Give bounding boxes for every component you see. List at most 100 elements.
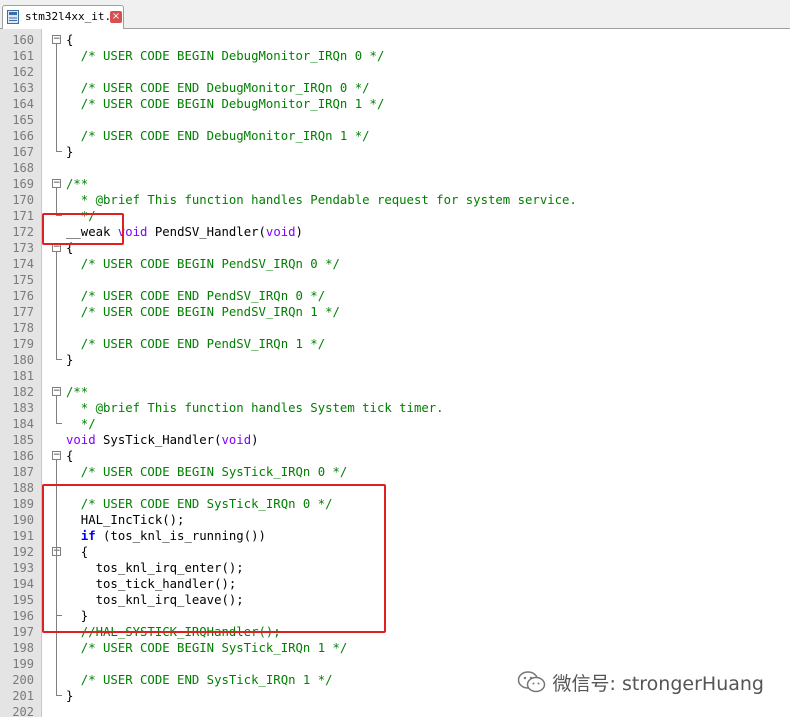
code-text: /* USER CODE BEGIN DebugMonitor_IRQn 1 *…: [66, 96, 385, 112]
comment-token: /* USER CODE END PendSV_IRQn 0 */: [66, 289, 326, 303]
line-number: 191: [12, 529, 34, 543]
code-line: 162: [0, 64, 790, 80]
line-number: 167: [12, 145, 34, 159]
line-number: 182: [12, 385, 34, 399]
comment-token: /* USER CODE BEGIN DebugMonitor_IRQn 0 *…: [66, 49, 385, 63]
code-text: /**: [66, 384, 88, 400]
comment-token: /**: [66, 177, 89, 191]
line-number: 162: [12, 65, 34, 79]
fold-toggle-icon[interactable]: −: [52, 451, 61, 460]
code-line: 178: [0, 320, 790, 336]
close-icon[interactable]: ×: [110, 11, 122, 23]
line-number: 184: [12, 417, 34, 431]
code-token: }: [66, 145, 74, 159]
line-number: 195: [12, 593, 34, 607]
comment-token: * @brief This function handles Pendable …: [66, 193, 577, 207]
code-text: /* USER CODE BEGIN SysTick_IRQn 1 */: [66, 640, 348, 656]
line-number: 170: [12, 193, 34, 207]
line-number: 179: [12, 337, 34, 351]
line-number: 190: [12, 513, 34, 527]
code-token: ): [295, 225, 303, 239]
code-text: /* USER CODE END SysTick_IRQn 1 */: [66, 672, 333, 688]
line-number: 200: [12, 673, 34, 687]
keyword-token: void: [265, 225, 296, 239]
line-number: 197: [12, 625, 34, 639]
line-number: 160: [12, 33, 34, 47]
code-editor[interactable]: 160−{161 /* USER CODE BEGIN DebugMonitor…: [0, 29, 790, 719]
comment-token: /* USER CODE END PendSV_IRQn 1 */: [66, 337, 326, 351]
line-number: 173: [12, 241, 34, 255]
code-token: }: [66, 689, 74, 703]
line-number: 198: [12, 641, 34, 655]
code-token: SysTick_Handler(: [95, 433, 222, 447]
fold-toggle-icon[interactable]: −: [52, 387, 61, 396]
code-token: {: [66, 449, 74, 463]
fold-guide-line: [56, 44, 57, 150]
line-number: 161: [12, 49, 34, 63]
code-text: * @brief This function handles Pendable …: [66, 192, 577, 208]
line-number: 199: [12, 657, 34, 671]
fold-toggle-icon[interactable]: −: [52, 179, 61, 188]
fold-end-marker: [56, 688, 62, 696]
line-number: 165: [12, 113, 34, 127]
file-tab[interactable]: stm32l4xx_it.c ×: [2, 5, 124, 29]
line-number: 180: [12, 353, 34, 367]
fold-toggle-icon[interactable]: −: [52, 35, 61, 44]
code-line: 185 void SysTick_Handler(void): [0, 432, 790, 448]
code-text: /* USER CODE END DebugMonitor_IRQn 1 */: [66, 128, 370, 144]
code-line: 175: [0, 272, 790, 288]
tab-title: stm32l4xx_it.c: [25, 10, 118, 23]
comment-token: /* USER CODE END DebugMonitor_IRQn 1 */: [66, 129, 370, 143]
line-number: 168: [12, 161, 34, 175]
line-number: 187: [12, 465, 34, 479]
line-number: 202: [12, 705, 34, 719]
code-line: 184 */: [0, 416, 790, 432]
code-line: 160 −{: [0, 32, 790, 48]
file-icon: [7, 10, 19, 24]
code-text: }: [66, 352, 73, 368]
line-number: 193: [12, 561, 34, 575]
line-number: 174: [12, 257, 34, 271]
code-text: /* USER CODE BEGIN DebugMonitor_IRQn 0 *…: [66, 48, 385, 64]
line-number: 183: [12, 401, 34, 415]
line-number: 196: [12, 609, 34, 623]
comment-token: * @brief This function handles System ti…: [66, 401, 444, 415]
code-text: /* USER CODE END PendSV_IRQn 1 */: [66, 336, 325, 352]
comment-token: /**: [66, 385, 89, 399]
line-number: 163: [12, 81, 34, 95]
fold-end-marker: [56, 352, 62, 360]
code-line: 161 /* USER CODE BEGIN DebugMonitor_IRQn…: [0, 48, 790, 64]
watermark: 微信号: strongerHuang: [517, 668, 765, 696]
line-number: 177: [12, 305, 34, 319]
code-text: void SysTick_Handler(void): [66, 432, 259, 448]
code-text: }: [66, 688, 73, 704]
line-number: 189: [12, 497, 34, 511]
code-line: 179 /* USER CODE END PendSV_IRQn 1 */: [0, 336, 790, 352]
wechat-icon: [517, 671, 545, 693]
line-number: 188: [12, 481, 34, 495]
fold-guide-line: [56, 252, 57, 358]
code-line: 177 /* USER CODE BEGIN PendSV_IRQn 1 */: [0, 304, 790, 320]
line-number: 185: [12, 433, 34, 447]
line-number: 186: [12, 449, 34, 463]
line-number: 164: [12, 97, 34, 111]
code-token: ): [251, 433, 259, 447]
line-number: 192: [12, 545, 34, 559]
line-number: 176: [12, 289, 34, 303]
code-line: 186 −{: [0, 448, 790, 464]
code-token: }: [66, 353, 74, 367]
code-text: {: [66, 448, 73, 464]
code-line: 167}: [0, 144, 790, 160]
line-number: 201: [12, 689, 34, 703]
code-text: * @brief This function handles System ti…: [66, 400, 444, 416]
tab-bar: stm32l4xx_it.c ×: [0, 0, 790, 29]
code-text: /* USER CODE BEGIN PendSV_IRQn 1 */: [66, 304, 340, 320]
systick-code-highlight: [42, 484, 386, 633]
code-text: /* USER CODE BEGIN SysTick_IRQn 0 */: [66, 464, 348, 480]
code-line: 170 * @brief This function handles Penda…: [0, 192, 790, 208]
comment-token: /* USER CODE BEGIN DebugMonitor_IRQn 1 *…: [66, 97, 385, 111]
comment-token: /* USER CODE END SysTick_IRQn 1 */: [66, 673, 333, 687]
watermark-text: 微信号: strongerHuang: [552, 672, 765, 695]
code-line: 169 −/**: [0, 176, 790, 192]
keyword-token: void: [221, 433, 252, 447]
